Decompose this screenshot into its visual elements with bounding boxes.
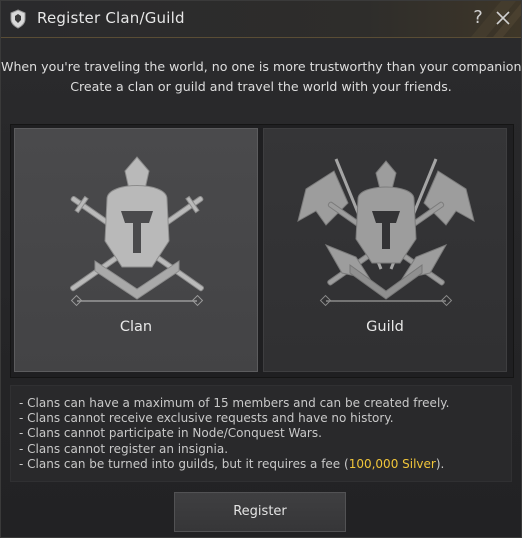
guild-label: Guild <box>366 319 404 335</box>
clan-label: Clan <box>119 319 153 335</box>
help-button[interactable]: ? <box>469 7 487 29</box>
note-line-5-suffix: ). <box>435 456 445 471</box>
note-line-5-prefix: - Clans can be turned into guilds, but i… <box>19 456 349 471</box>
close-icon[interactable] <box>495 10 511 26</box>
register-clan-guild-window: Register Clan/Guild ? When you're travel… <box>0 0 522 538</box>
intro-line-1: When you're traveling the world, no one … <box>1 59 522 74</box>
silver-fee-highlight: 100,000 Silver <box>348 456 436 471</box>
note-line-4: - Clans cannot register an insignia. <box>19 441 229 456</box>
shield-crest-icon <box>10 9 26 29</box>
option-cards: Clan Guild <box>10 124 514 378</box>
intro-text: When you're traveling the world, no one … <box>1 57 522 97</box>
note-line-2: - Clans cannot receive exclusive request… <box>19 411 394 426</box>
guild-option-card[interactable]: Guild <box>263 128 507 372</box>
note-line-5: - Clans can be turned into guilds, but i… <box>19 457 511 472</box>
knight-helmet-banners-icon <box>297 158 475 307</box>
note-line-1: - Clans can have a maximum of 15 members… <box>19 396 450 410</box>
clan-notes-panel: - Clans can have a maximum of 15 members… <box>10 385 512 482</box>
knight-helmet-crossed-swords-icon <box>70 156 204 307</box>
note-line-3: - Clans cannot participate in Node/Conqu… <box>19 426 322 441</box>
register-button[interactable]: Register <box>174 492 346 532</box>
intro-line-2: Create a clan or guild and travel the wo… <box>70 79 452 94</box>
title-bar[interactable]: Register Clan/Guild ? <box>1 1 521 38</box>
window-title: Register Clan/Guild <box>37 9 185 27</box>
clan-option-card[interactable]: Clan <box>14 128 258 372</box>
